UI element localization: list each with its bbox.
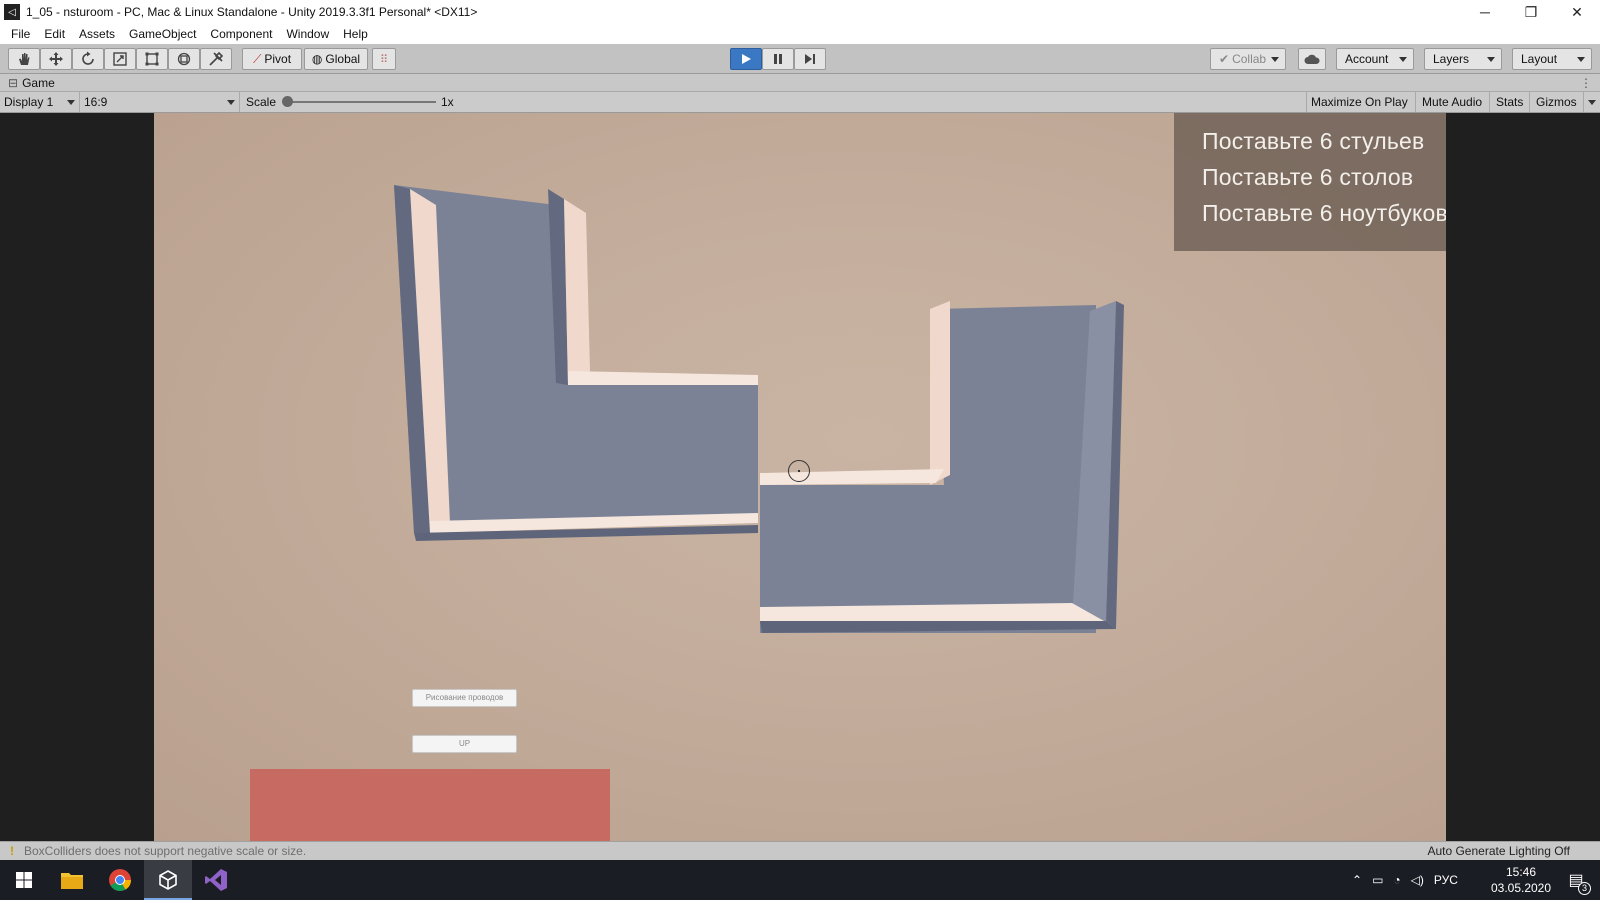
aspect-dropdown[interactable]: 16:9 [80,92,240,112]
gizmos-dropdown-icon[interactable] [1584,92,1600,112]
restore-button[interactable]: ❐ [1508,0,1554,24]
menu-component[interactable]: Component [203,24,279,44]
maximize-on-play-toggle[interactable]: Maximize On Play [1306,92,1416,112]
game-tab[interactable]: ⊟ Game ⋮ [0,74,1600,92]
gamepad-icon: ⊟ [8,75,19,90]
check-icon: ✔ [1219,52,1230,66]
system-tray: ⌃ ▭ ◔ ◁) РУС [1352,860,1458,900]
menu-bar: File Edit Assets GameObject Component Wi… [0,24,1600,44]
title-bar: ◁ 1_05 - nsturoom - PC, Mac & Linux Stan… [0,0,1600,24]
unity-logo-icon: ◁ [4,4,20,20]
rotate-tool-icon[interactable] [72,48,104,70]
chrome-icon[interactable] [96,860,144,900]
red-panel [250,769,610,841]
task-laptops: Поставьте 6 ноутбуков [1202,200,1446,226]
move-tool-icon[interactable] [40,48,72,70]
task-chairs: Поставьте 6 стульев [1202,128,1425,154]
menu-gameobject[interactable]: GameObject [122,24,203,44]
rect-tool-icon[interactable] [136,48,168,70]
layout-label: Layout [1521,52,1558,66]
layout-dropdown[interactable]: Layout [1512,48,1592,70]
account-label: Account [1345,52,1389,66]
globe-icon: ◍ [311,52,323,66]
pause-button[interactable] [762,48,794,70]
battery-icon[interactable]: ▭ [1372,873,1383,887]
display-dropdown[interactable]: Display 1 [0,92,80,112]
step-button[interactable] [794,48,826,70]
notification-count: 3 [1578,882,1592,895]
minimize-button[interactable]: ─ [1462,0,1508,24]
menu-edit[interactable]: Edit [37,24,72,44]
visual-studio-icon[interactable] [192,860,240,900]
clock[interactable]: 15:46 03.05.2020 [1488,864,1554,896]
menu-file[interactable]: File [4,24,37,44]
console-message[interactable]: BoxColliders does not support negative s… [24,844,1427,858]
notifications-icon[interactable]: ▤ 3 [1556,860,1596,900]
hand-tool-icon[interactable] [8,48,40,70]
draw-wires-button[interactable]: Рисование проводов [412,689,517,707]
global-toggle[interactable]: ◍ Global [304,48,368,70]
unity-taskbar-icon[interactable] [144,860,192,900]
language-indicator[interactable]: РУС [1434,873,1458,887]
collab-dropdown[interactable]: ✔ Collab [1210,48,1286,70]
layers-label: Layers [1433,52,1470,66]
stats-toggle[interactable]: Stats [1492,92,1530,112]
menu-assets[interactable]: Assets [72,24,122,44]
game-view-toolbar: Display 1 16:9 Scale 1x Maximize On Play… [0,92,1600,113]
scale-slider[interactable] [282,96,436,107]
transform-tool-icon[interactable] [168,48,200,70]
task-panel: Поставьте 6 стульев Поставьте 6 столов П… [1174,113,1446,251]
task-tables: Поставьте 6 столов [1202,164,1414,190]
crosshair-cursor [788,460,810,482]
up-button[interactable]: UP [412,735,517,753]
close-button[interactable]: ✕ [1554,0,1600,24]
pivot-toggle[interactable]: ⟋ Pivot [242,48,302,70]
account-dropdown[interactable]: Account [1336,48,1414,70]
game-scene[interactable]: Поставьте 6 стульев Поставьте 6 столов П… [154,113,1446,841]
windows-taskbar: ⌃ ▭ ◔ ◁) РУС 15:46 03.05.2020 ▤ 3 [0,860,1600,900]
grid-snap-icon[interactable]: ⠿ [372,48,396,70]
window-title: 1_05 - nsturoom - PC, Mac & Linux Standa… [26,5,478,19]
gizmos-toggle[interactable]: Gizmos [1532,92,1584,112]
wifi-icon[interactable]: ◔ [1393,873,1400,887]
global-label: Global [325,52,361,66]
volume-icon[interactable]: ◁) [1411,873,1424,887]
clock-date: 03.05.2020 [1490,881,1552,895]
game-tab-label: Game [22,75,55,90]
tray-expand-icon[interactable]: ⌃ [1352,873,1362,887]
menu-help[interactable]: Help [336,24,375,44]
warning-icon: ! [10,844,14,858]
status-bar: ! BoxColliders does not support negative… [0,841,1600,860]
windows-start-icon[interactable] [0,860,48,900]
lighting-status: Auto Generate Lighting Off [1427,844,1570,858]
collab-label: Collab [1232,52,1267,66]
custom-tool-icon[interactable] [200,48,232,70]
tab-menu-icon[interactable]: ⋮ [1580,76,1592,90]
clock-time: 15:46 [1505,865,1537,879]
toolbar: ⟋ Pivot ◍ Global ⠿ ✔ Collab Account Laye… [0,44,1600,74]
pivot-icon: ⟋ [252,51,262,66]
mute-audio-toggle[interactable]: Mute Audio [1418,92,1490,112]
menu-window[interactable]: Window [279,24,336,44]
scale-tool-icon[interactable] [104,48,136,70]
play-button[interactable] [730,48,762,70]
layers-dropdown[interactable]: Layers [1424,48,1502,70]
file-explorer-icon[interactable] [48,860,96,900]
scale-slider-thumb[interactable] [282,96,293,107]
cloud-icon[interactable] [1298,48,1326,70]
pivot-label: Pivot [264,52,292,66]
scale-value: 1x [441,95,454,109]
